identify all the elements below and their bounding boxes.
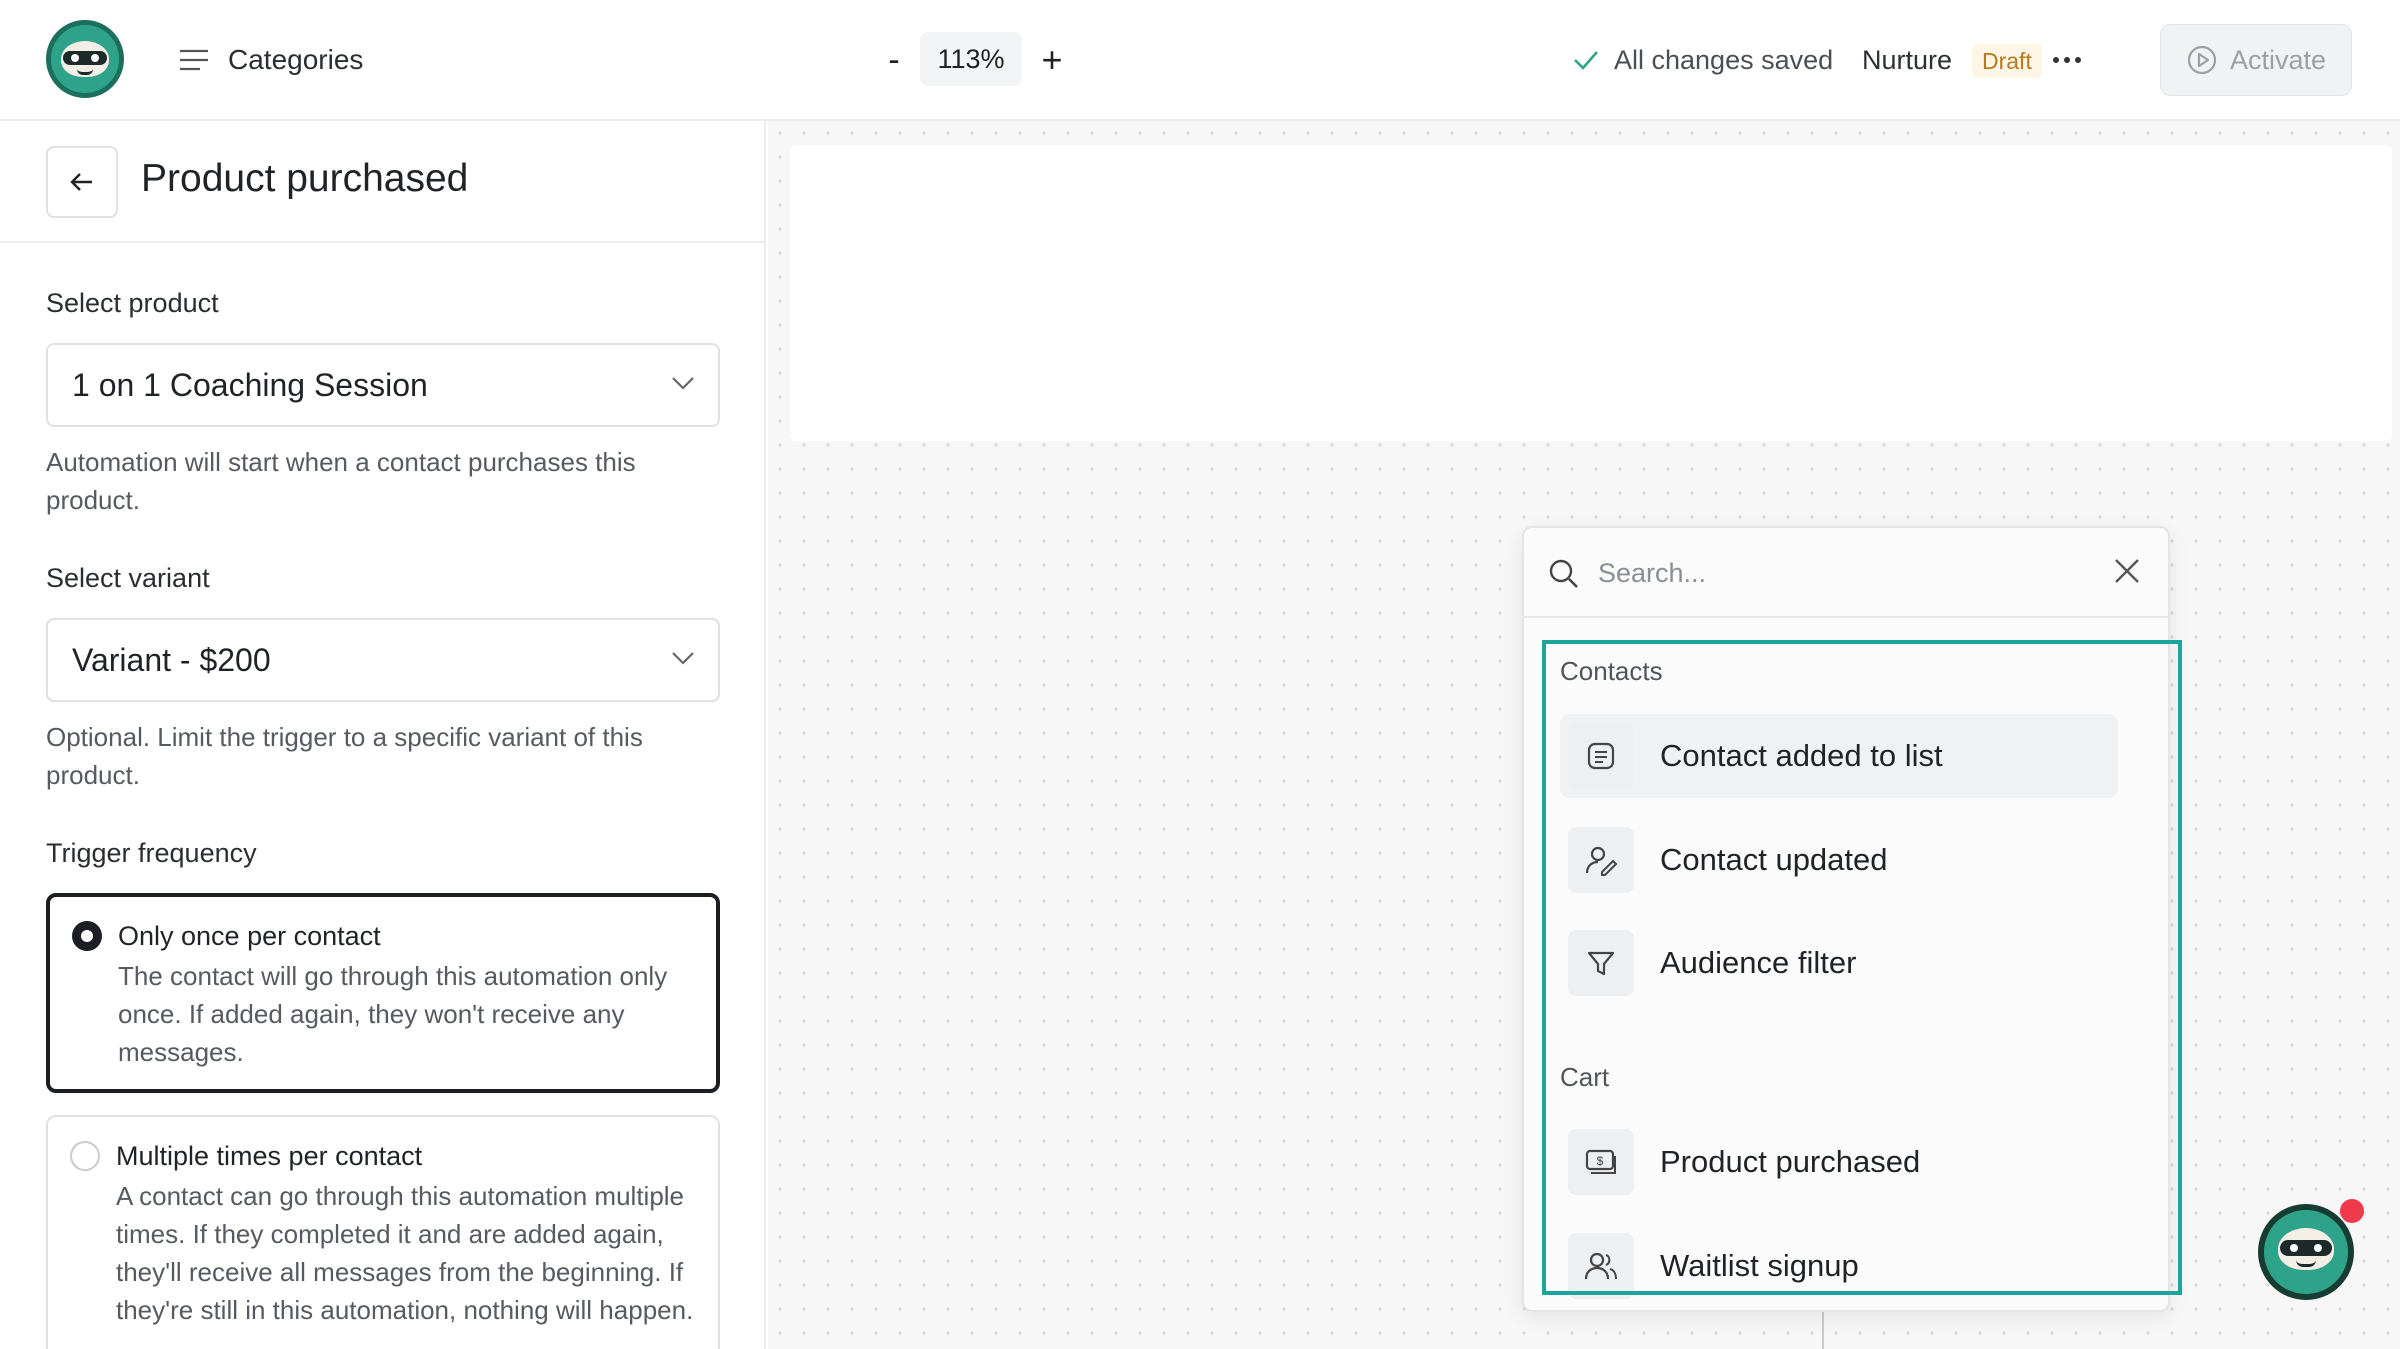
top-bar: Categories - 113% + All changes saved Nu… (0, 0, 2400, 121)
filter-icon (1587, 951, 1615, 976)
activate-button[interactable]: Activate (2160, 24, 2352, 96)
app-logo[interactable] (46, 20, 124, 98)
product-field-label: Select product (46, 288, 219, 318)
panel-title: Product purchased (141, 157, 469, 200)
save-status-text: All changes saved (1614, 44, 1834, 75)
arrow-left-icon (70, 173, 92, 191)
group-label-contacts: Contacts (1560, 656, 1663, 686)
money-icon: $ (1585, 1149, 1616, 1174)
option-label: Audience filter (1660, 945, 1857, 980)
option-waitlist-signup[interactable]: Waitlist signup (1560, 1224, 2118, 1308)
trigger-picker-dropdown: Contacts Contact added to list Contact u… (1522, 526, 2170, 1312)
variant-hint: Optional. Limit the trigger to a specifi… (46, 722, 643, 790)
option-contact-added-to-list[interactable]: Contact added to list (1560, 714, 2118, 798)
categories-label: Categories (228, 44, 364, 75)
radio-selected[interactable] (72, 921, 102, 951)
option-label: Contact added to list (1660, 738, 1943, 773)
user-edit-icon (1585, 846, 1618, 876)
workflow-name[interactable]: Nurture (1862, 40, 1952, 80)
svg-text:$: $ (1597, 1154, 1604, 1168)
group-label-cart: Cart (1560, 1062, 1610, 1092)
option-audience-filter[interactable]: Audience filter (1560, 921, 2118, 1005)
panel-header: Product purchased (0, 121, 764, 243)
ellipsis-icon (2053, 57, 2059, 63)
activate-label: Activate (2229, 44, 2327, 75)
search-bar (1524, 528, 2168, 618)
search-icon (1549, 559, 1578, 588)
status-badge: Draft (1972, 44, 2042, 78)
frequency-option-multiple[interactable]: Multiple times per contact A contact can… (46, 1115, 720, 1349)
option-title: Only once per contact (118, 921, 381, 951)
categories-menu-button[interactable]: Categories (178, 40, 363, 80)
checkmark-icon (1574, 51, 1598, 70)
zoom-in-button[interactable]: + (1034, 38, 1070, 82)
product-select[interactable]: 1 on 1 Coaching Session (46, 343, 720, 427)
option-label: Product purchased (1660, 1144, 1921, 1179)
save-status: All changes saved (1572, 40, 1833, 80)
chevron-down-icon (672, 652, 694, 665)
close-icon[interactable] (2112, 556, 2142, 586)
product-hint: Automation will start when a contact pur… (46, 447, 636, 515)
option-product-purchased[interactable]: $ Product purchased (1560, 1120, 2118, 1204)
hamburger-icon (180, 49, 208, 71)
list-icon (1587, 742, 1615, 770)
option-description: The contact will go through this automat… (118, 961, 668, 1067)
option-label: Waitlist signup (1660, 1248, 1859, 1283)
variant-select-value: Variant - $200 (72, 641, 271, 678)
users-icon (1584, 1252, 1617, 1280)
variant-select[interactable]: Variant - $200 (46, 618, 720, 702)
frequency-field-label: Trigger frequency (46, 838, 257, 868)
variant-field-label: Select variant (46, 563, 210, 593)
notification-dot (2340, 1199, 2364, 1223)
more-options-button[interactable] (2042, 40, 2092, 80)
play-circle-icon (2187, 45, 2217, 75)
zoom-level: 113% (920, 32, 1022, 86)
option-description: A contact can go through this automation… (116, 1181, 694, 1325)
canvas-placeholder-card (790, 145, 2392, 441)
chat-widget-button[interactable] (2258, 1204, 2354, 1300)
chevron-down-icon (672, 377, 694, 390)
back-button[interactable] (46, 146, 118, 218)
trigger-settings-panel: Product purchased Select product 1 on 1 … (0, 121, 766, 1349)
frequency-option-once[interactable]: Only once per contact The contact will g… (46, 893, 720, 1093)
option-title: Multiple times per contact (116, 1141, 423, 1171)
option-contact-updated[interactable]: Contact updated (1560, 818, 2118, 902)
search-input[interactable] (1596, 550, 2076, 596)
zoom-out-button[interactable]: - (876, 38, 912, 82)
product-select-value: 1 on 1 Coaching Session (72, 366, 428, 403)
radio-unselected[interactable] (70, 1141, 100, 1171)
option-label: Contact updated (1660, 842, 1888, 877)
